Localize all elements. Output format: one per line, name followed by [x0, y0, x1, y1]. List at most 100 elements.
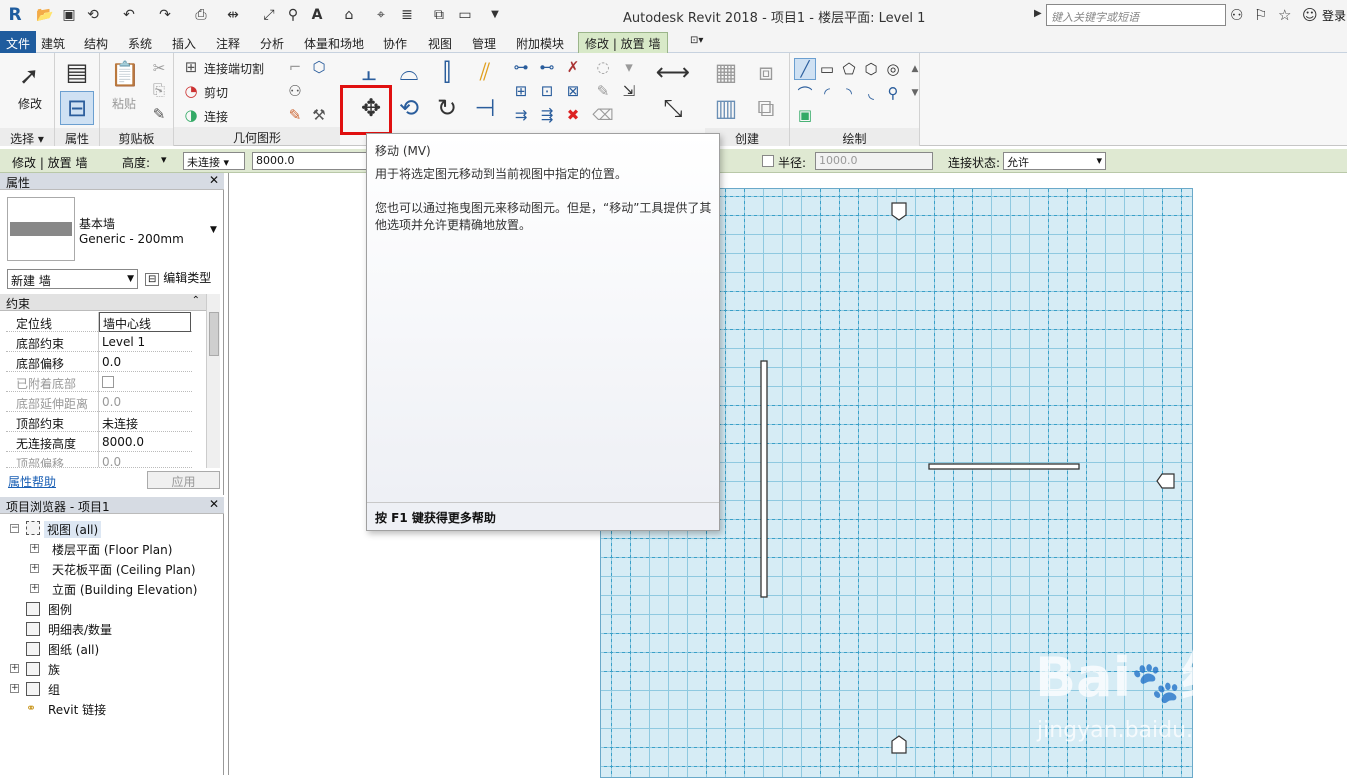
join-cut-button[interactable]: 连接端切割 [204, 60, 264, 77]
undo-icon[interactable]: ↶ [120, 6, 138, 24]
apply-button[interactable]: 应用 [147, 471, 220, 489]
properties-scrollbar[interactable] [206, 294, 220, 468]
rectangle-icon[interactable]: ▭ [816, 58, 838, 80]
collapse-views-icon[interactable]: − [10, 524, 19, 533]
vertical-wall[interactable] [760, 360, 768, 598]
tree-views[interactable]: 视图 (all) [44, 521, 102, 538]
ribbon-toggle-icon[interactable]: ⊡▾ [690, 35, 703, 46]
arc-start-end-icon[interactable]: ⌒ [794, 82, 816, 104]
fillet-arc-icon[interactable]: ◟ [860, 82, 882, 104]
expand-ceiling-plans-icon[interactable]: + [30, 564, 39, 573]
tab-view[interactable]: 视图 [428, 35, 452, 52]
offset-icon[interactable]: ⌓ [392, 55, 426, 89]
modify-cursor-icon[interactable]: ➚ [12, 59, 46, 93]
line-icon[interactable]: ╱ [794, 58, 816, 80]
tree-schedules[interactable]: 明细表/数量 [48, 621, 112, 638]
create-assembly-icon[interactable]: ▦ [709, 55, 743, 89]
tree-legends[interactable]: 图例 [48, 601, 72, 618]
elevation-marker-north-icon[interactable] [891, 202, 907, 221]
tree-ceiling-plans[interactable]: 天花板平面 (Ceiling Plan) [52, 561, 196, 578]
arc-tangent-icon[interactable]: ◝ [838, 82, 860, 104]
radius-input[interactable]: 1000.0 [815, 152, 933, 170]
type-properties-icon[interactable]: ▤ [60, 55, 94, 89]
draw-scroll-up-icon[interactable]: ▲ [904, 58, 926, 80]
cube-icon[interactable]: ⬡ [308, 56, 330, 78]
elevation-marker-east-icon[interactable] [1156, 473, 1175, 489]
section-icon[interactable]: ⌖ [372, 6, 390, 24]
tree-elevations[interactable]: 立面 (Building Elevation) [52, 581, 197, 598]
unpin-icon[interactable]: ✗ [562, 56, 584, 78]
arc-center-icon[interactable]: ◜ [816, 82, 838, 104]
tab-manage[interactable]: 管理 [472, 35, 496, 52]
scrollbar-thumb[interactable] [209, 312, 219, 356]
tab-systems[interactable]: 系统 [128, 35, 152, 52]
subscription-icon[interactable]: ⚐ [1254, 6, 1267, 24]
lightbulb-icon[interactable]: ◌ [592, 56, 614, 78]
pick-faces-icon[interactable]: ▣ [794, 104, 816, 126]
join-cut-icon[interactable]: ⊞ [180, 56, 202, 78]
join-geometry-button[interactable]: 连接 [204, 108, 228, 125]
aligned-dimension-icon[interactable]: ⤡ [656, 91, 690, 125]
cut-geometry-button[interactable]: 剪切 [204, 84, 228, 101]
open-icon[interactable]: 📂 [36, 6, 54, 24]
thin-lines-icon[interactable]: ≣ [398, 6, 416, 24]
horizontal-wall[interactable] [928, 463, 1080, 470]
binoculars-icon[interactable]: ⚇ [1230, 6, 1243, 24]
split-gap-icon[interactable]: ⊷ [536, 56, 558, 78]
height-constraint-select[interactable]: 未连接 ▾ [183, 152, 245, 170]
linework-icon[interactable]: ✎ [592, 80, 614, 102]
height-value-input[interactable]: 8000.0 [252, 152, 372, 170]
tab-structure[interactable]: 结构 [84, 35, 108, 52]
select-dropdown[interactable]: 选择 ▾ [0, 128, 54, 146]
paste-icon[interactable]: 📋 [108, 57, 142, 91]
revit-logo[interactable]: R [6, 6, 24, 24]
redo-icon[interactable]: ↷ [156, 6, 174, 24]
instance-filter-select[interactable]: 新建 墙 ▼ [7, 269, 138, 289]
scale-icon[interactable]: ⊡ [536, 80, 558, 102]
tab-annotate[interactable]: 注释 [216, 35, 240, 52]
tree-groups[interactable]: 组 [48, 681, 60, 698]
tab-architecture[interactable]: 建筑 [41, 35, 65, 52]
customize-qat-icon[interactable]: ▼ [486, 6, 504, 24]
delete-icon[interactable]: ✖ [562, 104, 584, 126]
tree-sheets[interactable]: 图纸 (all) [48, 641, 99, 658]
measure-icon[interactable]: ⇹ [224, 6, 242, 24]
measure-distance-icon[interactable]: ⟷ [656, 55, 690, 89]
copy-element-icon[interactable]: ⟲ [392, 91, 426, 125]
circumscribed-polygon-icon[interactable]: ⬡ [860, 58, 882, 80]
polygon-icon[interactable]: ⬠ [838, 58, 860, 80]
split-icon[interactable]: ⊶ [510, 56, 532, 78]
circle-icon[interactable]: ◎ [882, 58, 904, 80]
copy-icon[interactable]: ⎘ [148, 79, 170, 101]
tab-collaborate[interactable]: 协作 [383, 35, 407, 52]
modify-button[interactable]: 修改 [18, 95, 42, 112]
base-constraint-value[interactable]: Level 1 [102, 335, 145, 349]
tag-icon[interactable]: ⚲ [284, 6, 302, 24]
expand-elevations-icon[interactable]: + [30, 584, 39, 593]
match-properties-icon[interactable]: ✎ [148, 103, 170, 125]
view-dropdown-icon[interactable]: ▾ [618, 56, 640, 78]
3d-view-icon[interactable]: ⌂ [340, 6, 358, 24]
create-parts-icon[interactable]: ⧈ [749, 55, 783, 89]
top-constraint-value[interactable]: 未连接 [102, 415, 138, 432]
wall-joins-icon[interactable]: ⌐ [284, 56, 306, 78]
create-group-icon[interactable]: ▥ [709, 91, 743, 125]
draw-scroll-down-icon[interactable]: ▼ [904, 82, 926, 104]
attached-base-checkbox[interactable] [102, 376, 114, 388]
properties-close-icon[interactable]: ✕ [209, 173, 219, 187]
paste-button[interactable]: 粘贴 [112, 95, 136, 112]
base-offset-value[interactable]: 0.0 [102, 355, 121, 369]
switch-windows-icon[interactable]: ▭ [456, 6, 474, 24]
constraints-section[interactable]: 约束 ⌃ [0, 294, 206, 311]
text-icon[interactable]: A [308, 6, 326, 24]
eraser-icon[interactable]: ⌫ [592, 104, 614, 126]
rotate-icon[interactable]: ↻ [430, 91, 464, 125]
tab-insert[interactable]: 插入 [172, 35, 196, 52]
trim-multiple-icon[interactable]: ⇉ [510, 104, 532, 126]
align-icon[interactable]: ⫠ [352, 55, 386, 89]
pin-icon[interactable]: ⊠ [562, 80, 584, 102]
height-dropdown-arrow[interactable]: ▾ [158, 152, 176, 170]
create-similar-icon[interactable]: ⧉ [749, 91, 783, 125]
tab-modify-place-wall[interactable]: 修改 | 放置 墙 [578, 32, 668, 53]
tab-massing-site[interactable]: 体量和场地 [304, 35, 364, 52]
